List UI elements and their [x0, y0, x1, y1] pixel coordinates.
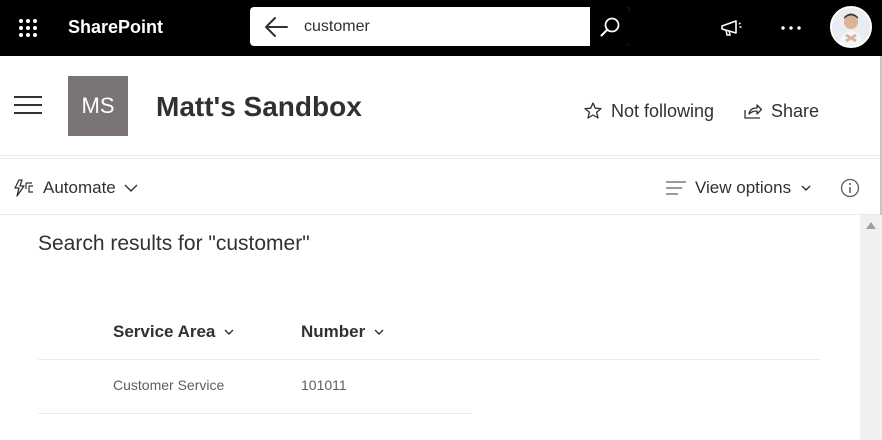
- search-icon: [600, 17, 620, 36]
- scroll-up-arrow-icon[interactable]: [866, 222, 876, 229]
- automate-label: Automate: [43, 178, 116, 197]
- site-title[interactable]: Matt's Sandbox: [156, 90, 362, 124]
- search-button[interactable]: [590, 7, 630, 46]
- chevron-down-icon: [224, 329, 234, 335]
- chevron-down-icon: [124, 184, 138, 192]
- share-label: Share: [771, 100, 820, 121]
- column-header-number[interactable]: Number: [301, 321, 385, 343]
- table-row-divider: [38, 413, 472, 414]
- suite-bar: SharePoint: [0, 0, 882, 56]
- view-options-label: View options: [695, 178, 792, 197]
- vertical-scrollbar[interactable]: [860, 215, 882, 440]
- column-header-service-area[interactable]: Service Area: [113, 321, 235, 343]
- avatar[interactable]: [830, 6, 872, 48]
- share-button[interactable]: Share: [743, 99, 819, 123]
- app-brand[interactable]: SharePoint: [68, 16, 163, 38]
- chevron-down-icon: [374, 329, 384, 335]
- header-divider: [0, 155, 882, 156]
- chevron-down-icon: [801, 185, 811, 191]
- search-input[interactable]: [304, 7, 584, 46]
- share-icon: [744, 104, 763, 119]
- header-divider-shadow: [0, 158, 882, 159]
- cell-service-area[interactable]: Customer Service: [113, 376, 224, 394]
- info-button[interactable]: [840, 176, 868, 200]
- search-box: [250, 7, 630, 46]
- table-header-divider: [38, 359, 820, 360]
- view-options-button[interactable]: View options: [665, 176, 820, 200]
- more-icon[interactable]: [776, 13, 806, 43]
- view-options-icon: [666, 181, 686, 195]
- search-results-heading: Search results for "customer": [38, 232, 310, 255]
- follow-button[interactable]: Not following: [583, 99, 714, 123]
- automate-icon: [14, 179, 33, 197]
- hamburger-menu-icon[interactable]: [14, 96, 42, 118]
- info-icon: [840, 178, 860, 198]
- site-logo[interactable]: MS: [68, 76, 128, 136]
- back-arrow-icon[interactable]: [262, 15, 290, 39]
- waffle-icon[interactable]: [0, 0, 56, 56]
- follow-label: Not following: [611, 100, 715, 121]
- automate-button[interactable]: Automate: [13, 176, 146, 200]
- megaphone-icon[interactable]: [716, 13, 746, 43]
- cell-number[interactable]: 101011: [301, 376, 347, 394]
- command-bar-divider: [0, 214, 882, 215]
- star-icon: [584, 102, 602, 119]
